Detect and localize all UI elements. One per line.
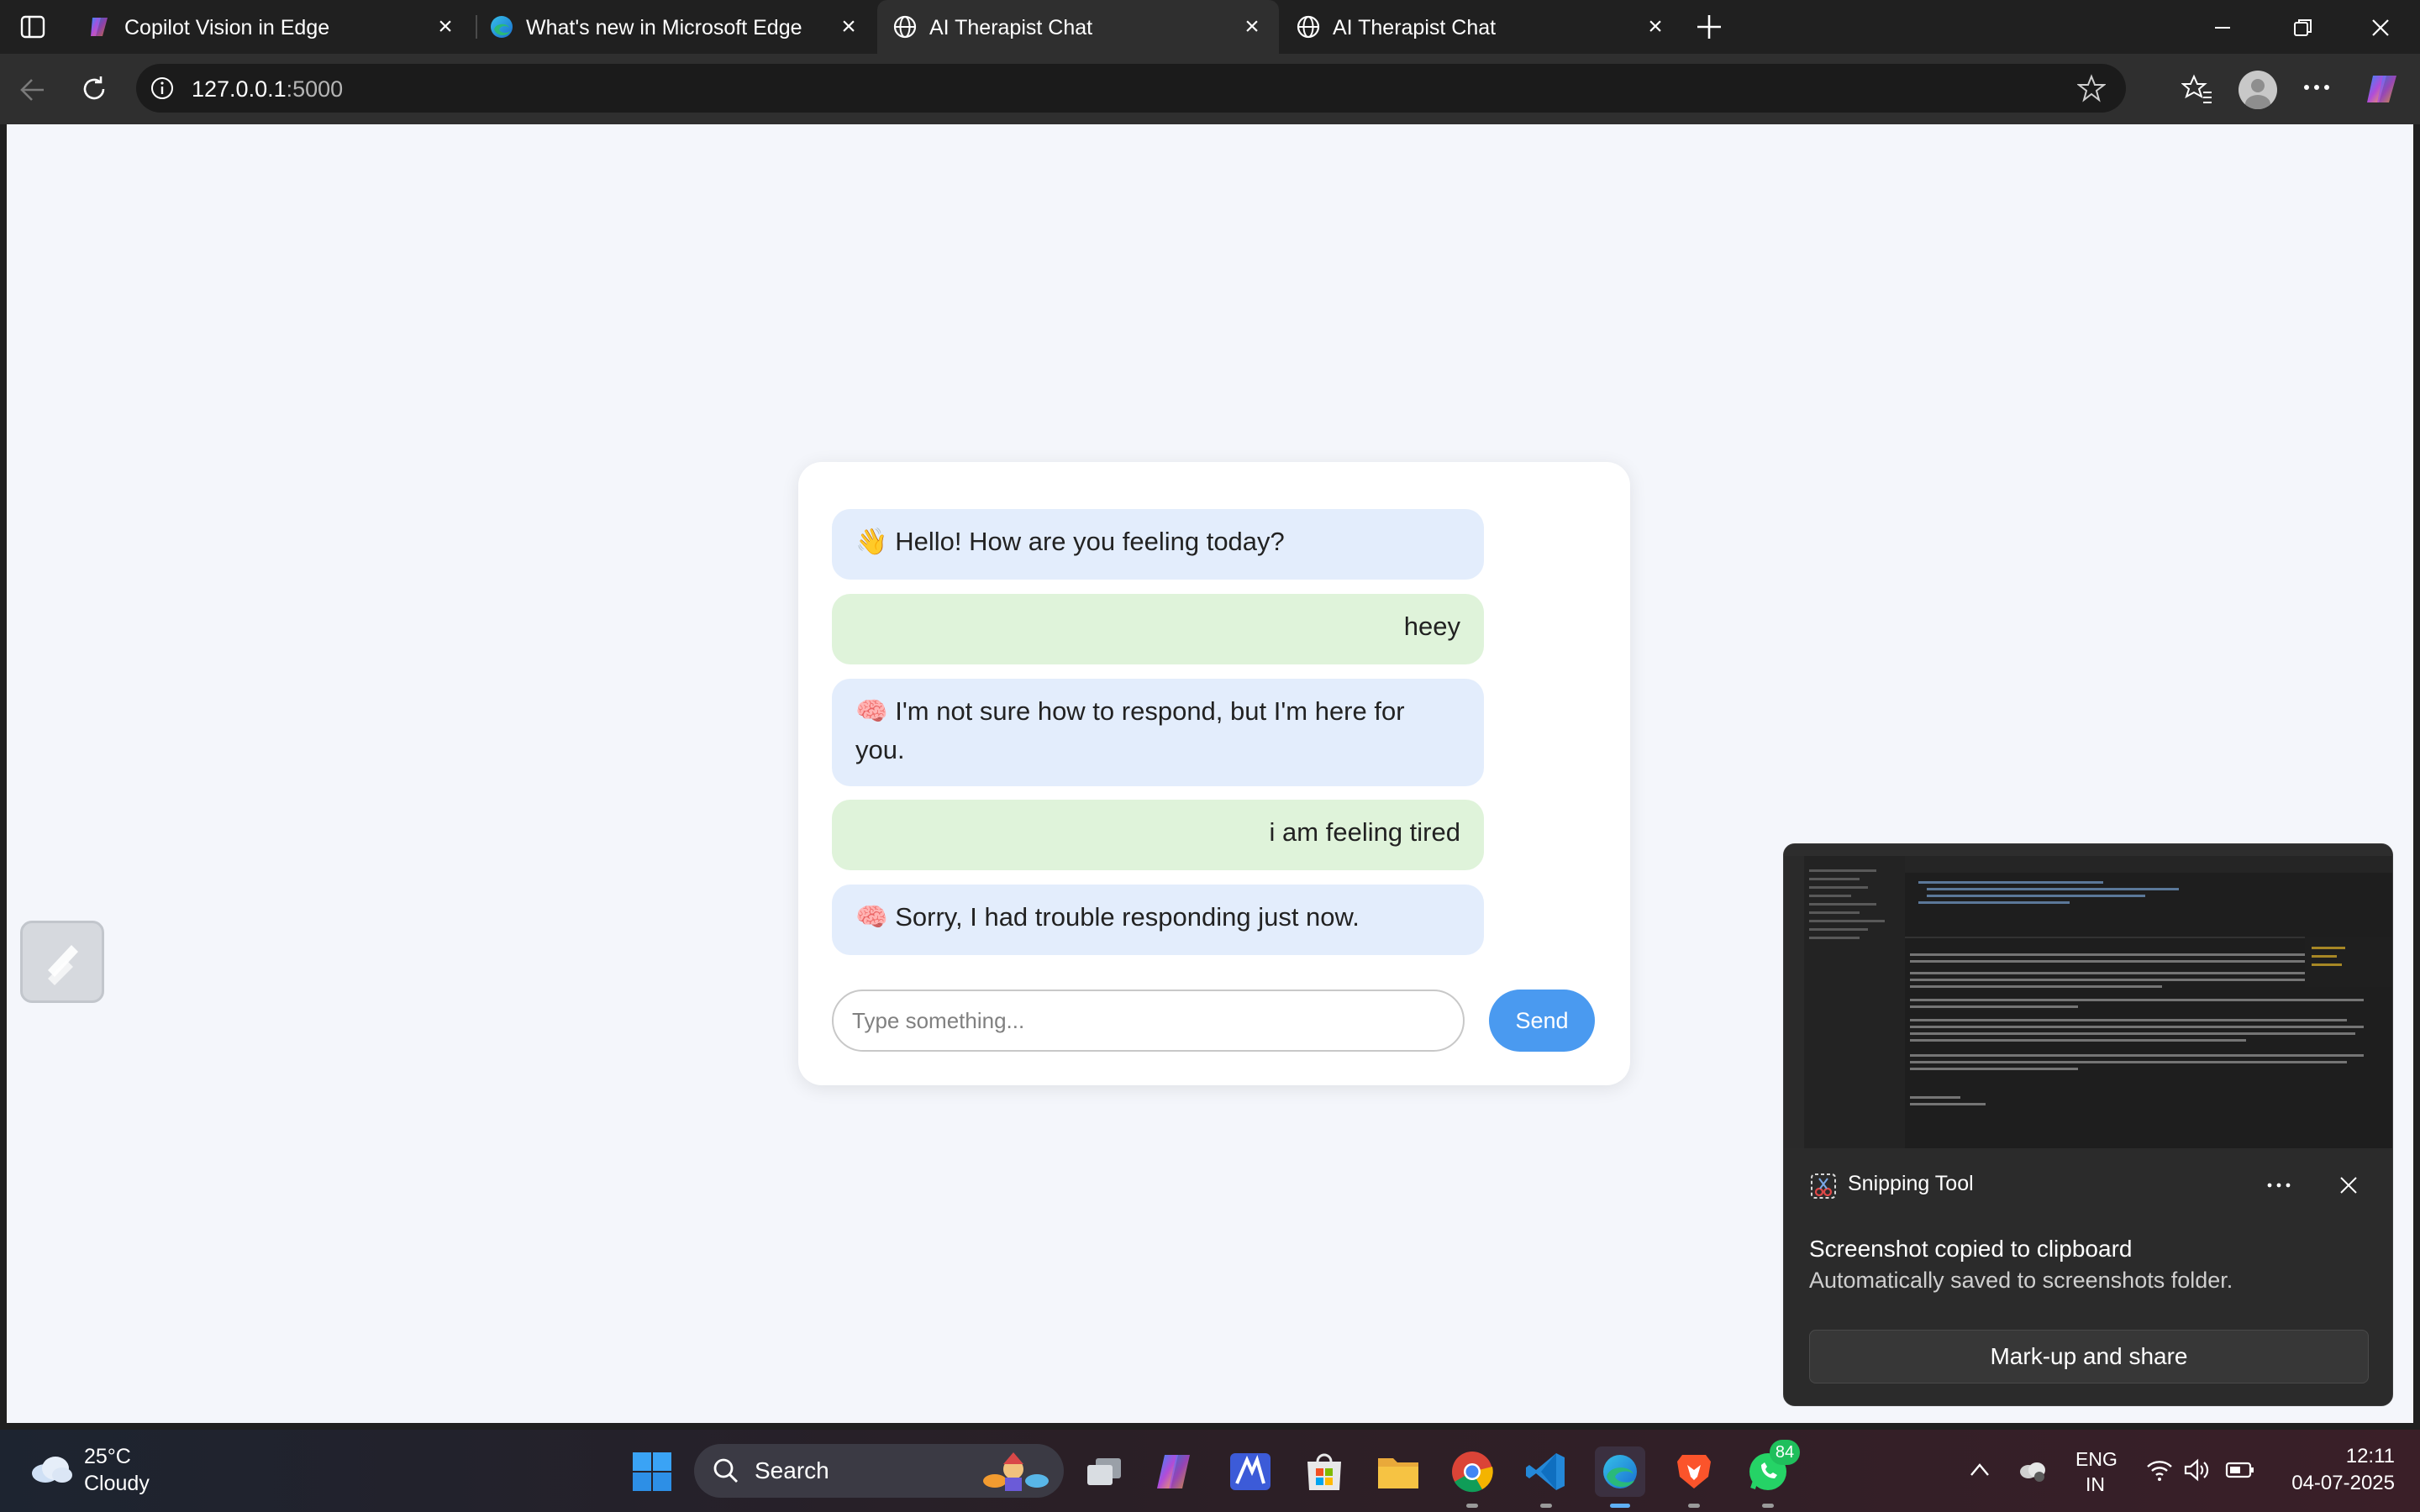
clock[interactable]: 12:11 04-07-2025	[2269, 1443, 2395, 1499]
language-indicator[interactable]: ENG IN	[2075, 1446, 2119, 1497]
user-message: heey	[832, 594, 1484, 664]
wave-emoji-icon: 👋	[855, 527, 888, 556]
message-text: Hello! How are you feeling today?	[895, 527, 1285, 556]
message-text: heey	[1403, 612, 1460, 641]
bot-message: 🧠 I'm not sure how to respond, but I'm h…	[832, 679, 1484, 786]
tab-label: What's new in Microsoft Edge	[526, 16, 802, 39]
favorites-icon[interactable]	[2181, 74, 2213, 104]
close-tab-icon[interactable]: ×	[1642, 13, 1669, 40]
chat-container: 👋 Hello! How are you feeling today? heey…	[798, 462, 1630, 1085]
brain-emoji-icon: 🧠	[855, 902, 888, 932]
search-label: Search	[755, 1457, 829, 1483]
bot-message: 🧠 Sorry, I had trouble responding just n…	[832, 885, 1484, 955]
tab-copilot-vision[interactable]: Copilot Vision in Edge ×	[72, 0, 472, 54]
search-highlight-icon	[975, 1451, 1055, 1491]
language-line1: ENG	[2075, 1448, 2118, 1470]
edge-taskbar-icon[interactable]	[1595, 1446, 1645, 1497]
start-button[interactable]	[632, 1452, 672, 1492]
toast-app-name: Snipping Tool	[1848, 1172, 1974, 1195]
file-explorer-icon[interactable]	[1373, 1446, 1423, 1497]
toast-close-icon[interactable]	[2337, 1173, 2360, 1197]
volume-icon[interactable]	[2183, 1458, 2210, 1482]
running-indicator	[1762, 1504, 1774, 1508]
url-port: :5000	[286, 76, 344, 102]
globe-icon	[892, 14, 918, 39]
tab-ai-therapist-chat[interactable]: AI Therapist Chat ×	[1281, 0, 1682, 54]
language-line2: IN	[2086, 1473, 2105, 1495]
tab-label: AI Therapist Chat	[929, 16, 1093, 39]
new-tab-icon[interactable]	[1694, 12, 1724, 42]
edge-icon	[489, 14, 514, 39]
running-indicator	[1540, 1504, 1552, 1508]
copilot-app-icon[interactable]	[1151, 1446, 1202, 1497]
back-icon[interactable]	[18, 76, 47, 104]
floating-widget-button[interactable]	[20, 921, 104, 1003]
copilot-icon[interactable]	[2365, 71, 2402, 108]
vscode-icon[interactable]	[1521, 1446, 1571, 1497]
running-indicator	[1466, 1504, 1478, 1508]
browser-toolbar: 127.0.0.1:5000	[0, 54, 2420, 124]
message-text: Sorry, I had trouble responding just now…	[895, 902, 1360, 932]
toast-more-icon[interactable]	[2266, 1177, 2291, 1194]
close-window-icon[interactable]	[2368, 15, 2393, 40]
screenshot-preview-thumbnail[interactable]	[1784, 844, 2392, 1148]
close-tab-icon[interactable]: ×	[835, 13, 862, 40]
favorite-star-icon[interactable]	[2076, 74, 2107, 102]
refresh-icon[interactable]	[79, 74, 109, 104]
brave-icon[interactable]	[1669, 1446, 1719, 1497]
notification-badge: 84	[1770, 1440, 1800, 1465]
tab-whats-new-edge[interactable]: What's new in Microsoft Edge ×	[474, 0, 876, 54]
cloud-icon	[29, 1452, 74, 1485]
clock-date: 04-07-2025	[2291, 1472, 2395, 1494]
running-indicator	[1610, 1504, 1630, 1508]
copilot-icon	[87, 14, 113, 39]
url-host: 127.0.0.1	[192, 76, 287, 102]
tab-ai-therapist-chat-active[interactable]: AI Therapist Chat ×	[877, 0, 1279, 54]
snipping-tool-icon	[1809, 1172, 1838, 1200]
weather-condition: Cloudy	[84, 1472, 150, 1495]
toast-message: Screenshot copied to clipboard	[1809, 1236, 2133, 1262]
running-indicator	[1688, 1504, 1700, 1508]
minimize-icon[interactable]	[2210, 15, 2235, 40]
message-input[interactable]	[832, 990, 1465, 1052]
tab-actions-icon[interactable]	[20, 15, 45, 39]
globe-icon	[1296, 14, 1321, 39]
clock-time: 12:11	[2345, 1445, 2395, 1467]
wifi-icon[interactable]	[2146, 1458, 2173, 1482]
chevron-up-icon[interactable]	[1968, 1458, 1991, 1482]
more-options-icon[interactable]	[2302, 79, 2331, 96]
weather-widget[interactable]: 25°C Cloudy	[25, 1443, 168, 1499]
chrome-icon[interactable]	[1447, 1446, 1497, 1497]
browser-tab-strip: Copilot Vision in Edge × What's new in M…	[0, 0, 2420, 54]
windows-taskbar: 25°C Cloudy Search 84 ENG IN 12:11 04-07…	[0, 1430, 2420, 1512]
snipping-tool-notification: Snipping Tool Screenshot copied to clipb…	[1783, 843, 2393, 1406]
mathpix-app-icon[interactable]	[1225, 1446, 1276, 1497]
toast-submessage: Automatically saved to screenshots folde…	[1809, 1268, 2233, 1293]
send-button[interactable]: Send	[1489, 990, 1595, 1052]
message-text: i am feeling tired	[1269, 817, 1460, 847]
restore-icon[interactable]	[2291, 15, 2316, 40]
user-message: i am feeling tired	[832, 800, 1484, 870]
address-bar[interactable]: 127.0.0.1:5000	[136, 64, 2126, 113]
tab-label: AI Therapist Chat	[1333, 16, 1497, 39]
profile-avatar[interactable]	[2238, 71, 2277, 109]
task-view-icon[interactable]	[1079, 1446, 1129, 1497]
taskbar-search[interactable]: Search	[694, 1444, 1064, 1498]
tab-label: Copilot Vision in Edge	[124, 16, 330, 39]
weather-temp: 25°C	[84, 1445, 131, 1468]
site-info-icon[interactable]	[150, 76, 175, 101]
onedrive-icon[interactable]	[2017, 1457, 2047, 1483]
bot-message: 👋 Hello! How are you feeling today?	[832, 509, 1484, 580]
brain-emoji-icon: 🧠	[855, 696, 888, 726]
search-icon	[713, 1457, 739, 1484]
close-tab-icon[interactable]: ×	[432, 13, 459, 40]
message-text: I'm not sure how to respond, but I'm her…	[855, 696, 1405, 764]
close-tab-icon[interactable]: ×	[1239, 13, 1265, 40]
mark-up-and-share-button[interactable]: Mark-up and share	[1809, 1330, 2369, 1383]
url-text: 127.0.0.1:5000	[192, 76, 343, 102]
whatsapp-icon[interactable]: 84	[1743, 1440, 1800, 1497]
battery-icon[interactable]	[2225, 1460, 2255, 1480]
microsoft-store-icon[interactable]	[1299, 1446, 1349, 1497]
